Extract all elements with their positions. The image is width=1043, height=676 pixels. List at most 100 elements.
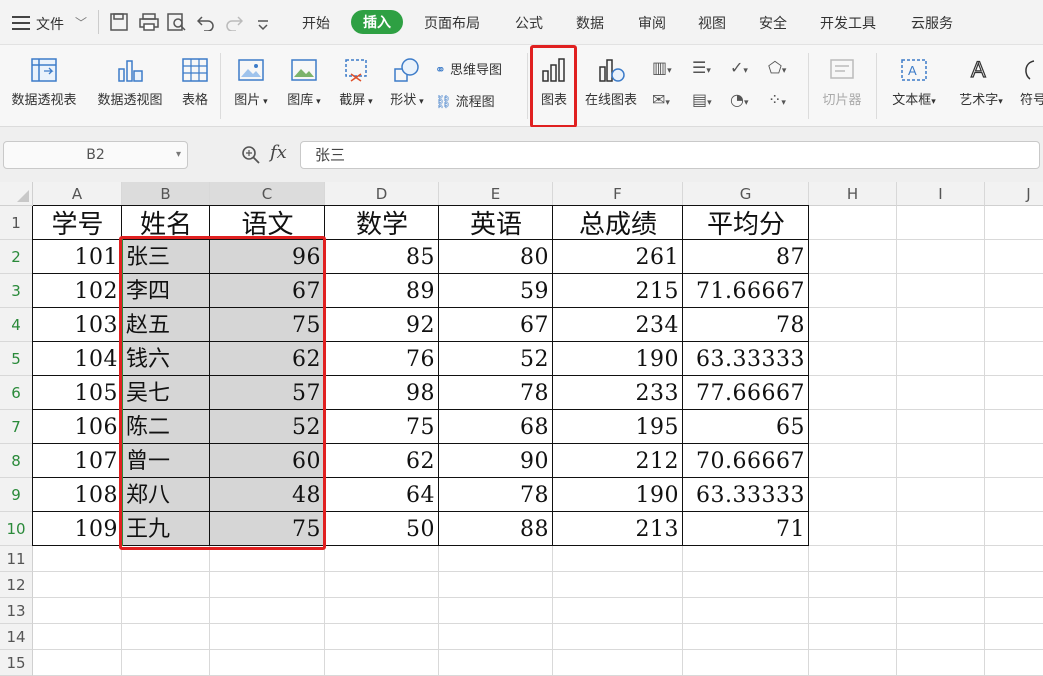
table-cell[interactable]: 65 xyxy=(683,410,809,444)
table-cell[interactable]: 71 xyxy=(683,512,809,546)
table-cell[interactable]: 106 xyxy=(33,410,122,444)
row-header-2[interactable]: 2 xyxy=(0,240,33,274)
tab-home[interactable]: 开始 xyxy=(302,13,330,33)
column-header-a[interactable]: A xyxy=(33,182,122,206)
print-preview-icon[interactable] xyxy=(167,13,187,35)
flowchart-button[interactable]: ⛓ 流程图 xyxy=(435,91,495,110)
column-header-h[interactable]: H xyxy=(809,182,897,206)
formula-input[interactable]: 张三 xyxy=(300,141,1040,169)
row-header-11[interactable]: 11 xyxy=(0,546,33,572)
fx-icon[interactable]: fx xyxy=(270,142,287,163)
name-box[interactable]: B2 ▾ xyxy=(3,141,188,169)
table-cell[interactable]: 105 xyxy=(33,376,122,410)
table-cell[interactable]: 89 xyxy=(325,274,439,308)
column-header-i[interactable]: I xyxy=(897,182,985,206)
table-cell[interactable]: 108 xyxy=(33,478,122,512)
row-header-12[interactable]: 12 xyxy=(0,572,33,598)
table-cell[interactable]: 215 xyxy=(553,274,683,308)
row-header-15[interactable]: 15 xyxy=(0,650,33,676)
table-cell[interactable]: 85 xyxy=(325,240,439,274)
pivot-table-button[interactable]: 数据透视表 xyxy=(6,57,82,108)
table-cell[interactable]: 195 xyxy=(553,410,683,444)
column-header-e[interactable]: E xyxy=(439,182,553,206)
table-cell[interactable]: 59 xyxy=(439,274,553,308)
online-chart-button[interactable]: 在线图表 xyxy=(580,57,642,108)
table-cell[interactable]: 98 xyxy=(325,376,439,410)
header-cell[interactable]: 姓名 xyxy=(122,206,210,240)
column-header-f[interactable]: F xyxy=(553,182,683,206)
row-header-14[interactable]: 14 xyxy=(0,624,33,650)
table-cell[interactable]: 109 xyxy=(33,512,122,546)
table-cell[interactable]: 234 xyxy=(553,308,683,342)
header-cell[interactable]: 总成绩 xyxy=(553,206,683,240)
row-header-1[interactable]: 1 xyxy=(0,206,33,240)
table-cell[interactable]: 68 xyxy=(439,410,553,444)
table-cell[interactable]: 70.66667 xyxy=(683,444,809,478)
table-cell[interactable]: 77.66667 xyxy=(683,376,809,410)
hamburger-icon[interactable] xyxy=(12,15,30,30)
row-header-4[interactable]: 4 xyxy=(0,308,33,342)
table-cell[interactable]: 103 xyxy=(33,308,122,342)
table-cell[interactable]: 88 xyxy=(439,512,553,546)
table-cell[interactable]: 80 xyxy=(439,240,553,274)
column-header-b[interactable]: B xyxy=(122,182,210,206)
tab-view[interactable]: 视图 xyxy=(698,13,726,33)
tab-data[interactable]: 数据 xyxy=(576,13,604,33)
spreadsheet-grid[interactable]: A B C D E F G H I J 1 2 3 4 5 6 7 8 9 10 11 12 13 14 15 学号 姓名 语文 数学英… xyxy=(0,182,1043,676)
table-cell[interactable]: 92 xyxy=(325,308,439,342)
textbox-button[interactable]: A 文本框▾ xyxy=(885,57,943,108)
table-cell[interactable]: 102 xyxy=(33,274,122,308)
table-cell[interactable]: 190 xyxy=(553,478,683,512)
radar-chart-icon[interactable]: ⬠▾ xyxy=(768,58,786,77)
table-cell[interactable]: 71.66667 xyxy=(683,274,809,308)
column-header-d[interactable]: D xyxy=(325,182,439,206)
chevron-down-icon[interactable]: ﹀ xyxy=(75,14,87,31)
save-icon[interactable] xyxy=(110,13,128,35)
table-cell[interactable]: 50 xyxy=(325,512,439,546)
header-cell[interactable]: 英语 xyxy=(439,206,553,240)
column-header-j[interactable]: J xyxy=(985,182,1043,206)
mindmap-button[interactable]: ⚭ 思维导图 xyxy=(435,59,502,78)
column-chart-icon[interactable]: ▥▾ xyxy=(652,58,672,77)
wordart-button[interactable]: A 艺术字▾ xyxy=(952,57,1010,108)
symbol-button[interactable]: 符号 xyxy=(1020,57,1043,108)
table-cell[interactable]: 78 xyxy=(439,376,553,410)
header-cell[interactable]: 平均分 xyxy=(683,206,809,240)
pivot-chart-button[interactable]: 数据透视图 xyxy=(92,57,168,108)
table-cell[interactable]: 67 xyxy=(439,308,553,342)
shape-button[interactable]: 形状 ▾ xyxy=(384,57,430,108)
table-cell[interactable]: 52 xyxy=(439,342,553,376)
row-header-8[interactable]: 8 xyxy=(0,444,33,478)
table-cell[interactable]: 63.33333 xyxy=(683,478,809,512)
row-header-3[interactable]: 3 xyxy=(0,274,33,308)
table-cell[interactable]: 233 xyxy=(553,376,683,410)
pie-chart-icon[interactable]: ◔▾ xyxy=(730,90,749,109)
table-cell[interactable]: 62 xyxy=(325,444,439,478)
header-cell[interactable]: 数学 xyxy=(325,206,439,240)
line-chart-icon[interactable]: ✓▾ xyxy=(730,58,748,77)
header-cell[interactable]: 学号 xyxy=(33,206,122,240)
table-cell[interactable]: 212 xyxy=(553,444,683,478)
table-cell[interactable]: 261 xyxy=(553,240,683,274)
select-all-corner[interactable] xyxy=(0,182,33,206)
table-cell[interactable]: 64 xyxy=(325,478,439,512)
scatter-chart-icon[interactable]: ⁘▾ xyxy=(768,90,786,109)
redo-icon[interactable] xyxy=(225,13,244,35)
file-menu[interactable]: 文件 xyxy=(36,14,64,34)
table-cell[interactable]: 87 xyxy=(683,240,809,274)
screenshot-button[interactable]: 截屏 ▾ xyxy=(333,57,379,108)
header-cell[interactable]: 语文 xyxy=(210,206,325,240)
row-header-5[interactable]: 5 xyxy=(0,342,33,376)
row-header-10[interactable]: 10 xyxy=(0,512,33,546)
table-cell[interactable]: 90 xyxy=(439,444,553,478)
tab-developer[interactable]: 开发工具 xyxy=(820,13,876,33)
table-cell[interactable]: 104 xyxy=(33,342,122,376)
table-cell[interactable]: 78 xyxy=(439,478,553,512)
tab-security[interactable]: 安全 xyxy=(759,13,787,33)
row-header-6[interactable]: 6 xyxy=(0,376,33,410)
print-icon[interactable] xyxy=(139,13,159,35)
tab-formulas[interactable]: 公式 xyxy=(515,13,543,33)
table-cell[interactable]: 190 xyxy=(553,342,683,376)
table-cell[interactable]: 75 xyxy=(325,410,439,444)
table-cell[interactable]: 76 xyxy=(325,342,439,376)
